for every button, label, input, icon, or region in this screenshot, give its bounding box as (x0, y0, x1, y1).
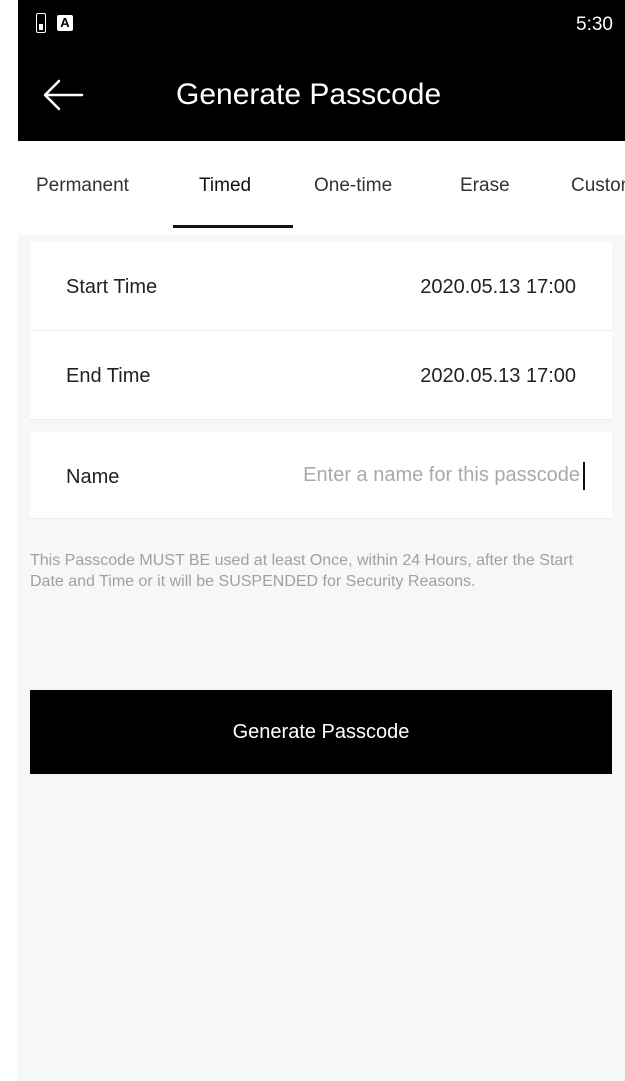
name-card: Name (30, 432, 612, 519)
tab-permanent[interactable]: Permanent (36, 175, 129, 197)
a-notification-icon: A (57, 15, 73, 31)
name-label: Name (66, 466, 120, 488)
passcode-type-tabs: Permanent Timed One-time Erase Custom (18, 141, 625, 235)
security-notice: This Passcode MUST BE used at least Once… (30, 552, 574, 590)
time-card: Start Time 2020.05.13 17:00 End Time 202… (30, 242, 612, 420)
status-time: 5:30 (576, 14, 613, 35)
back-arrow-icon[interactable] (42, 78, 84, 112)
tab-custom[interactable]: Custom (571, 175, 625, 197)
battery-icon (36, 13, 46, 33)
end-time-value[interactable]: 2020.05.13 17:00 (420, 365, 576, 388)
tab-one-time[interactable]: One-time (314, 175, 392, 197)
text-cursor (583, 462, 585, 490)
tab-erase[interactable]: Erase (460, 175, 510, 197)
start-time-row[interactable]: Start Time 2020.05.13 17:00 (30, 242, 612, 331)
status-bar: A 5:30 (18, 0, 625, 50)
name-input[interactable] (250, 460, 580, 490)
start-time-label: Start Time (66, 276, 158, 298)
generate-passcode-button[interactable]: Generate Passcode (30, 690, 612, 774)
end-time-label: End Time (66, 365, 151, 387)
name-row: Name (30, 432, 612, 519)
active-tab-indicator (173, 225, 293, 228)
page-title: Generate Passcode (176, 78, 442, 111)
end-time-row[interactable]: End Time 2020.05.13 17:00 (30, 331, 612, 420)
start-time-value[interactable]: 2020.05.13 17:00 (420, 276, 576, 299)
app-bar: Generate Passcode (18, 50, 625, 141)
tab-timed[interactable]: Timed (199, 175, 251, 197)
app-screen: A 5:30 Generate Passcode Permanent Timed… (18, 0, 625, 1081)
